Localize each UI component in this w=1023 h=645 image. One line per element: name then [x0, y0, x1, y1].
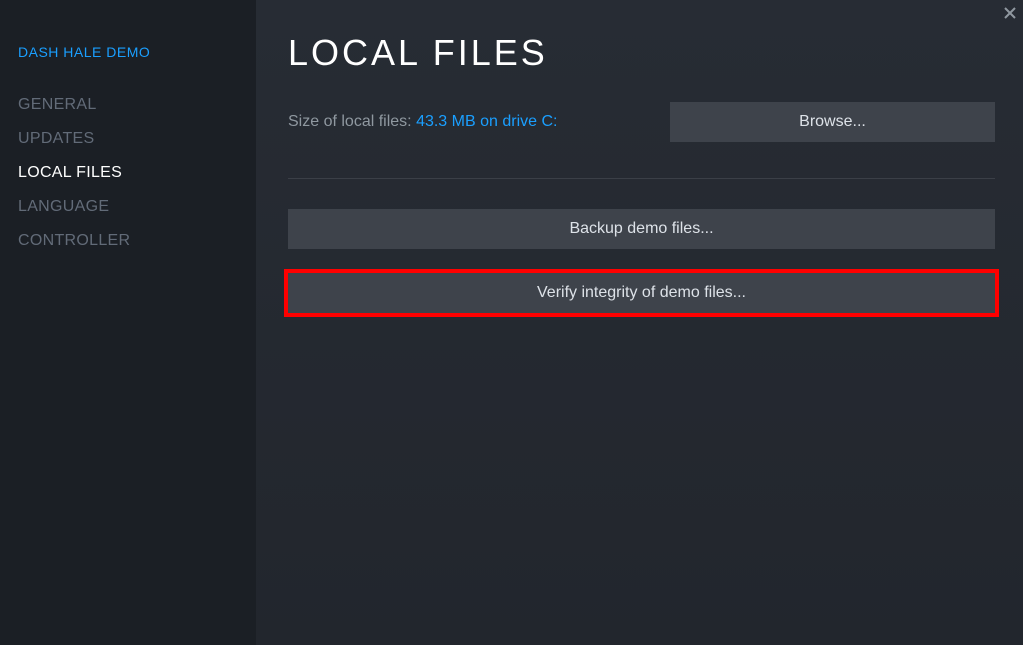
backup-button[interactable]: Backup demo files...: [288, 209, 995, 249]
size-info: Size of local files: 43.3 MB on drive C:: [288, 113, 557, 131]
size-label: Size of local files:: [288, 113, 416, 130]
sidebar-item-language[interactable]: LANGUAGE: [18, 190, 256, 224]
sidebar: DASH HALE DEMO GENERAL UPDATES LOCAL FIL…: [0, 0, 256, 645]
main-panel: LOCAL FILES Size of local files: 43.3 MB…: [256, 0, 1023, 645]
sidebar-item-general[interactable]: GENERAL: [18, 88, 256, 122]
sidebar-item-updates[interactable]: UPDATES: [18, 122, 256, 156]
size-row: Size of local files: 43.3 MB on drive C:…: [288, 102, 995, 142]
sidebar-title: DASH HALE DEMO: [18, 44, 256, 60]
verify-integrity-button[interactable]: Verify integrity of demo files...: [288, 273, 995, 313]
close-icon[interactable]: [1001, 4, 1019, 27]
size-value-link[interactable]: 43.3 MB on drive C:: [416, 113, 557, 130]
sidebar-item-local-files[interactable]: LOCAL FILES: [18, 156, 256, 190]
divider: [288, 178, 995, 179]
sidebar-item-controller[interactable]: CONTROLLER: [18, 224, 256, 258]
page-title: LOCAL FILES: [288, 32, 995, 74]
browse-button[interactable]: Browse...: [670, 102, 995, 142]
